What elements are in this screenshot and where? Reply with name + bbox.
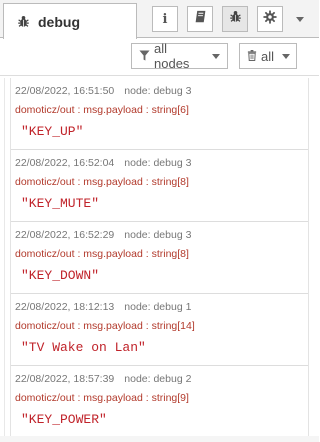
message-node-link[interactable]: node: debug 3: [124, 229, 191, 241]
debug-message-list[interactable]: 22/08/2022, 16:51:50 node: debug 3 domoti…: [10, 78, 309, 442]
message-topic: domoticz/out : msg.payload : string[9]: [15, 392, 189, 404]
message-meta: 22/08/2022, 16:52:04 node: debug 3: [15, 157, 191, 169]
clear-messages-label: all: [261, 48, 275, 64]
message-node-link[interactable]: node: debug 1: [124, 301, 191, 313]
filter-nodes-label: all nodes: [154, 41, 190, 71]
debug-message[interactable]: 22/08/2022, 16:52:04 node: debug 3 domoti…: [11, 150, 308, 222]
message-timestamp: 22/08/2022, 16:52:29: [15, 229, 115, 241]
message-topic: domoticz/out : msg.payload : string[6]: [15, 104, 189, 116]
message-payload: "TV Wake on Lan": [21, 340, 146, 355]
scroll-track: [4, 78, 5, 442]
message-meta: 22/08/2022, 16:52:29 node: debug 3: [15, 229, 191, 241]
message-timestamp: 22/08/2022, 16:51:50: [15, 85, 115, 97]
message-payload: "KEY_MUTE": [21, 196, 100, 211]
debug-message[interactable]: 22/08/2022, 16:51:50 node: debug 3 domoti…: [11, 78, 308, 150]
trash-icon: [247, 49, 257, 64]
message-meta: 22/08/2022, 18:57:39 node: debug 2: [15, 373, 191, 385]
gear-icon: [263, 9, 277, 29]
bug-icon: [16, 15, 30, 29]
tab-debug-label: debug: [38, 13, 80, 30]
message-meta: 22/08/2022, 16:51:50 node: debug 3: [15, 85, 191, 97]
message-timestamp: 22/08/2022, 16:52:04: [15, 157, 115, 169]
message-node-link[interactable]: node: debug 3: [124, 85, 191, 97]
message-payload: "KEY_UP": [21, 124, 84, 139]
clear-messages-button[interactable]: all: [239, 43, 297, 69]
chevron-down-icon: [296, 16, 304, 22]
bottom-edge: [0, 436, 319, 442]
settings-button[interactable]: [257, 6, 283, 32]
book-icon: [194, 10, 207, 28]
filter-nodes-button[interactable]: all nodes: [131, 41, 228, 71]
message-node-link[interactable]: node: debug 2: [124, 373, 191, 385]
bug-icon: [229, 10, 242, 28]
more-menu-button[interactable]: [287, 6, 313, 32]
debug-toolbar: all nodes all: [0, 39, 319, 76]
chevron-down-icon: [282, 53, 291, 59]
message-payload: "KEY_POWER": [21, 412, 107, 427]
message-timestamp: 22/08/2022, 18:57:39: [15, 373, 115, 385]
debug-message[interactable]: 22/08/2022, 18:57:39 node: debug 2 domoti…: [11, 366, 308, 438]
message-topic: domoticz/out : msg.payload : string[8]: [15, 176, 189, 188]
filter-icon: [139, 49, 150, 64]
debug-button[interactable]: [222, 6, 248, 32]
debug-message[interactable]: 22/08/2022, 16:52:29 node: debug 3 domoti…: [11, 222, 308, 294]
tab-debug[interactable]: debug: [3, 3, 137, 39]
chevron-down-icon: [212, 53, 220, 59]
sidebar-header: debug i: [0, 0, 319, 39]
info-button[interactable]: i: [152, 6, 178, 32]
message-topic: domoticz/out : msg.payload : string[8]: [15, 248, 189, 260]
help-button[interactable]: [187, 6, 213, 32]
message-topic: domoticz/out : msg.payload : string[14]: [15, 320, 195, 332]
debug-message[interactable]: 22/08/2022, 18:12:13 node: debug 1 domoti…: [11, 294, 308, 366]
message-meta: 22/08/2022, 18:12:13 node: debug 1: [15, 301, 191, 313]
message-payload: "KEY_DOWN": [21, 268, 100, 283]
info-icon: i: [162, 11, 168, 27]
message-node-link[interactable]: node: debug 3: [124, 157, 191, 169]
message-timestamp: 22/08/2022, 18:12:13: [15, 301, 115, 313]
